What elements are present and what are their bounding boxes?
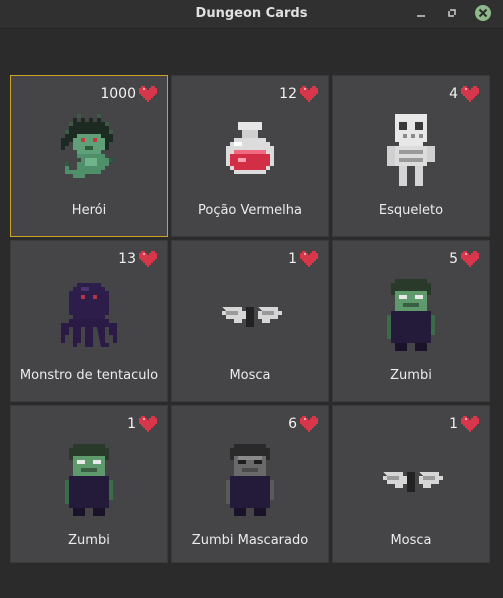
heart-icon (300, 86, 318, 102)
card-name: Mosca (390, 533, 432, 548)
heart-icon (300, 416, 318, 432)
zombie-sprite (387, 279, 435, 351)
card-skeleton[interactable]: 4 Esqueleto (332, 75, 490, 237)
card-grid: 1000 Herói 12 Poção Vermelha 4 Esqueleto… (10, 75, 490, 563)
card-tentacle-monster[interactable]: 13 Monstro de tentaculo (10, 240, 168, 402)
hp-value: 5 (449, 251, 458, 267)
card-name: Esqueleto (378, 203, 444, 218)
card-name: Zumbi (68, 533, 110, 548)
hp-display: 6 (288, 416, 318, 432)
medusa-hero-sprite (61, 114, 113, 178)
hp-display: 12 (279, 86, 318, 102)
hp-display: 1 (127, 416, 157, 432)
heart-icon (461, 251, 479, 267)
card-zombie[interactable]: 1 Zumbi (10, 405, 168, 563)
tentacle-monster-sprite (61, 283, 117, 347)
title-bar: Dungeon Cards (0, 0, 503, 29)
maximize-icon[interactable] (443, 4, 461, 22)
close-icon[interactable] (474, 4, 492, 22)
card-name: Zumbi Mascarado (191, 533, 309, 548)
heart-icon (461, 416, 479, 432)
hp-value: 1 (288, 251, 297, 267)
card-zombie[interactable]: 5 Zumbi (332, 240, 490, 402)
hp-value: 12 (279, 86, 297, 102)
hp-display: 1000 (100, 86, 157, 102)
card-fly[interactable]: 1 Mosca (332, 405, 490, 563)
card-masked-zombie[interactable]: 6 Zumbi Mascarado (171, 405, 329, 563)
hp-value: 1 (449, 416, 458, 432)
hp-display: 5 (449, 251, 479, 267)
fly-sprite (383, 472, 443, 492)
card-hero[interactable]: 1000 Herói (10, 75, 168, 237)
minimize-icon[interactable] (412, 4, 430, 22)
hp-display: 1 (449, 416, 479, 432)
card-name: Monstro de tentaculo (19, 368, 159, 383)
card-fly[interactable]: 1 Mosca (171, 240, 329, 402)
hp-value: 1000 (100, 86, 136, 102)
hp-display: 4 (449, 86, 479, 102)
card-red-potion[interactable]: 12 Poção Vermelha (171, 75, 329, 237)
hp-display: 1 (288, 251, 318, 267)
hp-value: 13 (118, 251, 136, 267)
hp-display: 13 (118, 251, 157, 267)
heart-icon (300, 251, 318, 267)
hp-value: 6 (288, 416, 297, 432)
masked-zombie-sprite (226, 444, 274, 516)
card-name: Zumbi (390, 368, 432, 383)
skeleton-sprite (387, 114, 435, 186)
card-name: Mosca (229, 368, 271, 383)
heart-icon (139, 251, 157, 267)
heart-icon (461, 86, 479, 102)
hp-value: 1 (127, 416, 136, 432)
hp-value: 4 (449, 86, 458, 102)
fly-sprite (222, 307, 282, 327)
heart-icon (139, 86, 157, 102)
card-name: Herói (71, 203, 107, 218)
heart-icon (139, 416, 157, 432)
zombie-sprite (65, 444, 113, 516)
red-potion-sprite (226, 122, 274, 174)
card-name: Poção Vermelha (197, 203, 302, 218)
